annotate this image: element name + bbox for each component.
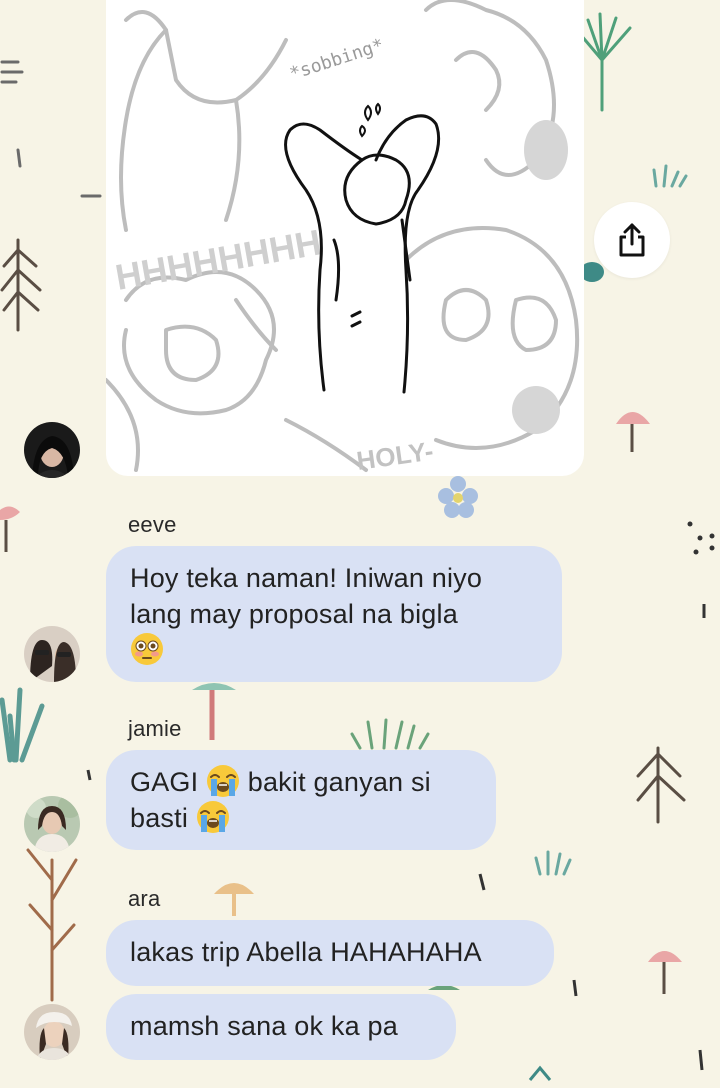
message-text-segment: basti <box>130 803 189 833</box>
share-button[interactable] <box>594 202 670 278</box>
sticker-image[interactable]: *sobbing* HHHHHHHH HOLY- <box>106 0 584 476</box>
loudly-crying-face-icon <box>196 801 229 833</box>
sender-name: eeve <box>128 512 177 537</box>
sender-name: jamie <box>128 716 182 741</box>
avatar-image <box>24 1004 80 1060</box>
avatar-image <box>24 626 80 682</box>
message-text-segment: GAGI <box>130 767 199 797</box>
sender-name: ara <box>128 886 161 911</box>
share-icon <box>619 223 645 257</box>
sticker-sobbing-text: *sobbing* <box>287 35 386 85</box>
message-text-line: lakas trip Abella HAHAHAHA <box>130 937 482 967</box>
sticker-illustration: *sobbing* HHHHHHHH HOLY- <box>106 0 580 476</box>
flushed-face-icon <box>131 633 163 665</box>
avatar-eeve[interactable] <box>24 626 80 682</box>
message-text-segment: bakit ganyan si <box>247 767 431 797</box>
message-bubble[interactable]: lakas trip Abella HAHAHAHA <box>106 920 554 986</box>
avatar-jamie[interactable] <box>24 796 80 852</box>
message-text-line: mamsh sana ok ka pa <box>130 1011 398 1041</box>
message-text-line: Hoy teka naman! Iniwan niyo <box>130 563 483 593</box>
message-bubble[interactable]: GAGI bakit ganyan si basti <box>106 750 496 850</box>
sticker-holy-text: HOLY- <box>355 436 435 476</box>
avatar-ara[interactable] <box>24 1004 80 1060</box>
avatar-image <box>24 796 80 852</box>
message-bubble[interactable]: Hoy teka naman! Iniwan niyo lang may pro… <box>106 546 562 682</box>
loudly-crying-face-icon <box>207 765 240 797</box>
avatar-image <box>24 422 80 478</box>
sticker-scream-text: HHHHHHHH <box>112 221 324 297</box>
message-text-line: lang may proposal na bigla <box>130 599 458 629</box>
message-bubble[interactable]: mamsh sana ok ka pa <box>106 994 456 1060</box>
avatar-sticker-sender[interactable] <box>24 422 80 478</box>
